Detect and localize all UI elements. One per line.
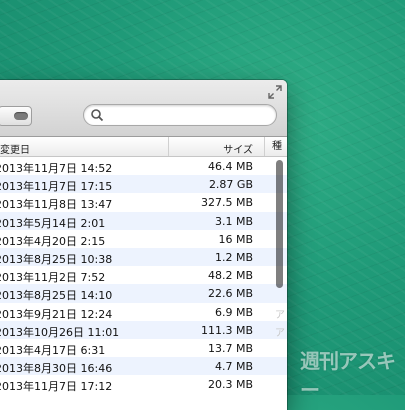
- size-cell: 1.2 MB: [214, 250, 253, 264]
- date-cell: 2013年9月21日 12:24: [0, 307, 113, 321]
- watermark-logo: 週刊アスキー: [300, 349, 396, 402]
- date-cell: 2013年4月17日 6:31: [0, 343, 106, 357]
- table-row[interactable]: 2013年8月25日 10:38 1.2 MB: [0, 247, 287, 267]
- date-cell: 2013年4月20日 2:15: [0, 234, 106, 248]
- date-cell: 2013年8月30日 16:46: [0, 362, 113, 376]
- date-cell: 2013年8月25日 14:10: [0, 289, 113, 303]
- size-cell: 111.3 MB: [200, 323, 253, 337]
- size-cell: 4.7 MB: [214, 360, 253, 374]
- size-cell: 2.87 GB: [208, 178, 253, 192]
- table-row[interactable]: 2013年11月7日 14:52 46.4 MB: [0, 157, 287, 175]
- table-row[interactable]: 2013年8月25日 14:10 22.6 MB: [0, 284, 287, 303]
- column-size[interactable]: サイズ: [168, 137, 264, 156]
- table-row[interactable]: 2013年11月7日 17:15 2.87 GB: [0, 175, 287, 194]
- size-cell: 13.7 MB: [207, 341, 253, 355]
- vertical-scrollbar[interactable]: [274, 158, 285, 408]
- table-row[interactable]: 2013年9月21日 12:24 6.9 MB ア: [0, 303, 287, 321]
- table-row[interactable]: 2013年11月7日 17:12 20.3 MB: [0, 375, 287, 393]
- action-button[interactable]: [0, 106, 32, 126]
- size-cell: 20.3 MB: [207, 378, 253, 392]
- action-toggle-icon: [14, 112, 28, 120]
- table-row[interactable]: 2013年4月20日 2:15 16 MB: [0, 230, 287, 248]
- scrollbar-thumb[interactable]: [276, 160, 283, 288]
- size-cell: 16 MB: [218, 232, 253, 246]
- date-cell: 2013年11月7日 17:15: [0, 180, 113, 194]
- date-cell: 2013年5月14日 2:01: [0, 216, 106, 230]
- date-cell: 2013年11月2日 7:52: [0, 271, 106, 285]
- search-input[interactable]: [108, 107, 272, 125]
- table-row[interactable]: 2013年10月26日 11:01 111.3 MB ア: [0, 320, 287, 339]
- date-cell: 2013年8月25日 10:38: [0, 252, 113, 266]
- size-cell: 22.6 MB: [207, 287, 253, 301]
- column-date-modified[interactable]: 変更日: [0, 141, 30, 156]
- column-kind[interactable]: 種: [264, 137, 282, 156]
- finder-window: 変更日 サイズ 種 2013年11月7日 14:52 46.4 MB 2013年1…: [0, 80, 287, 410]
- size-cell: 48.2 MB: [207, 269, 253, 283]
- file-list: 2013年11月7日 14:52 46.4 MB 2013年11月7日 17:15…: [0, 157, 287, 393]
- search-field[interactable]: [83, 104, 277, 126]
- search-icon: [91, 109, 104, 122]
- table-row[interactable]: 2013年5月14日 2:01 3.1 MB: [0, 211, 287, 230]
- size-cell: 46.4 MB: [207, 160, 253, 173]
- size-cell: 327.5 MB: [200, 196, 253, 210]
- date-cell: 2013年11月8日 13:47: [0, 198, 113, 212]
- table-row[interactable]: 2013年11月2日 7:52 48.2 MB: [0, 266, 287, 284]
- toolbar: [0, 80, 287, 137]
- column-size-label: サイズ: [223, 145, 253, 156]
- size-cell: 3.1 MB: [214, 214, 253, 228]
- table-row[interactable]: 2013年4月17日 6:31 13.7 MB: [0, 339, 287, 357]
- table-row[interactable]: 2013年11月8日 13:47 327.5 MB: [0, 193, 287, 211]
- column-header: 変更日 サイズ 種: [0, 137, 287, 157]
- size-cell: 6.9 MB: [214, 305, 253, 319]
- fullscreen-icon[interactable]: [268, 85, 282, 99]
- date-cell: 2013年10月26日 11:01: [0, 325, 120, 339]
- table-row[interactable]: 2013年8月30日 16:46 4.7 MB: [0, 357, 287, 376]
- date-cell: 2013年11月7日 17:12: [0, 380, 113, 394]
- date-cell: 2013年11月7日 14:52: [0, 162, 113, 175]
